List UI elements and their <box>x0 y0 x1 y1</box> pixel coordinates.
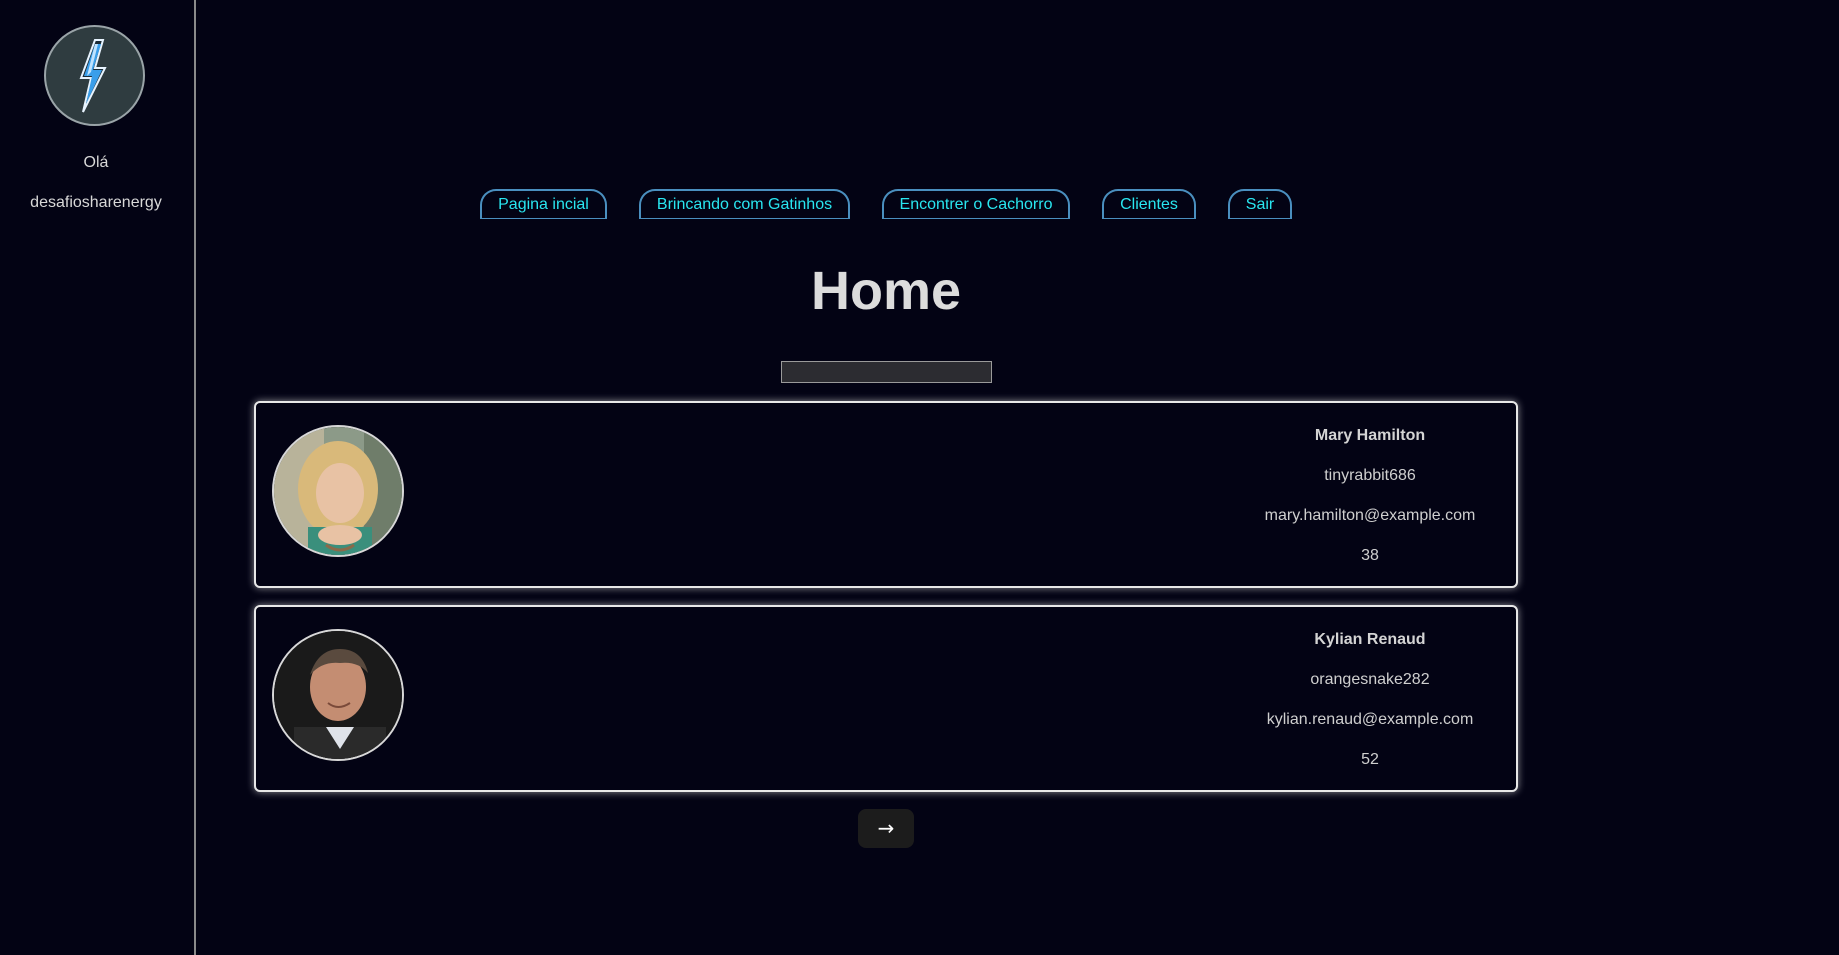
user-name: Mary Hamilton <box>1314 427 1426 444</box>
user-username: tinyrabbit686 <box>1324 467 1416 484</box>
user-email: mary.hamilton@example.com <box>1264 507 1476 524</box>
greeting-text: Olá <box>83 154 109 171</box>
user-info: Mary Hamilton tinyrabbit686 mary.hamilto… <box>1240 421 1500 581</box>
user-card: Kylian Renaud orangesnake282 kylian.rena… <box>254 605 1518 792</box>
search-input[interactable] <box>781 361 992 383</box>
user-email: kylian.renaud@example.com <box>1266 711 1474 728</box>
user-username: orangesnake282 <box>1310 671 1430 688</box>
user-card: Mary Hamilton tinyrabbit686 mary.hamilto… <box>254 401 1518 588</box>
avatar-photo <box>274 427 402 555</box>
user-info: Kylian Renaud orangesnake282 kylian.rena… <box>1240 625 1500 785</box>
lightning-bolt-icon <box>79 38 107 112</box>
next-page-button[interactable]: → <box>858 809 914 848</box>
user-age: 38 <box>1361 547 1379 564</box>
page-title: Home <box>810 261 962 321</box>
nav-logout-button[interactable]: Sair <box>1228 189 1292 219</box>
sidebar: Olá desafiosharenergy <box>0 0 196 955</box>
username-text: desafiosharenergy <box>30 194 162 211</box>
nav-home-button[interactable]: Pagina incial <box>480 189 607 219</box>
user-age: 52 <box>1361 751 1379 768</box>
logo <box>44 25 145 126</box>
user-name: Kylian Renaud <box>1314 631 1426 648</box>
nav-dog-button[interactable]: Encontrer o Cachorro <box>882 189 1070 219</box>
avatar <box>272 629 404 761</box>
avatar-photo <box>274 631 402 759</box>
avatar <box>272 425 404 557</box>
nav-clients-button[interactable]: Clientes <box>1102 189 1196 219</box>
nav-cats-button[interactable]: Brincando com Gatinhos <box>639 189 850 219</box>
